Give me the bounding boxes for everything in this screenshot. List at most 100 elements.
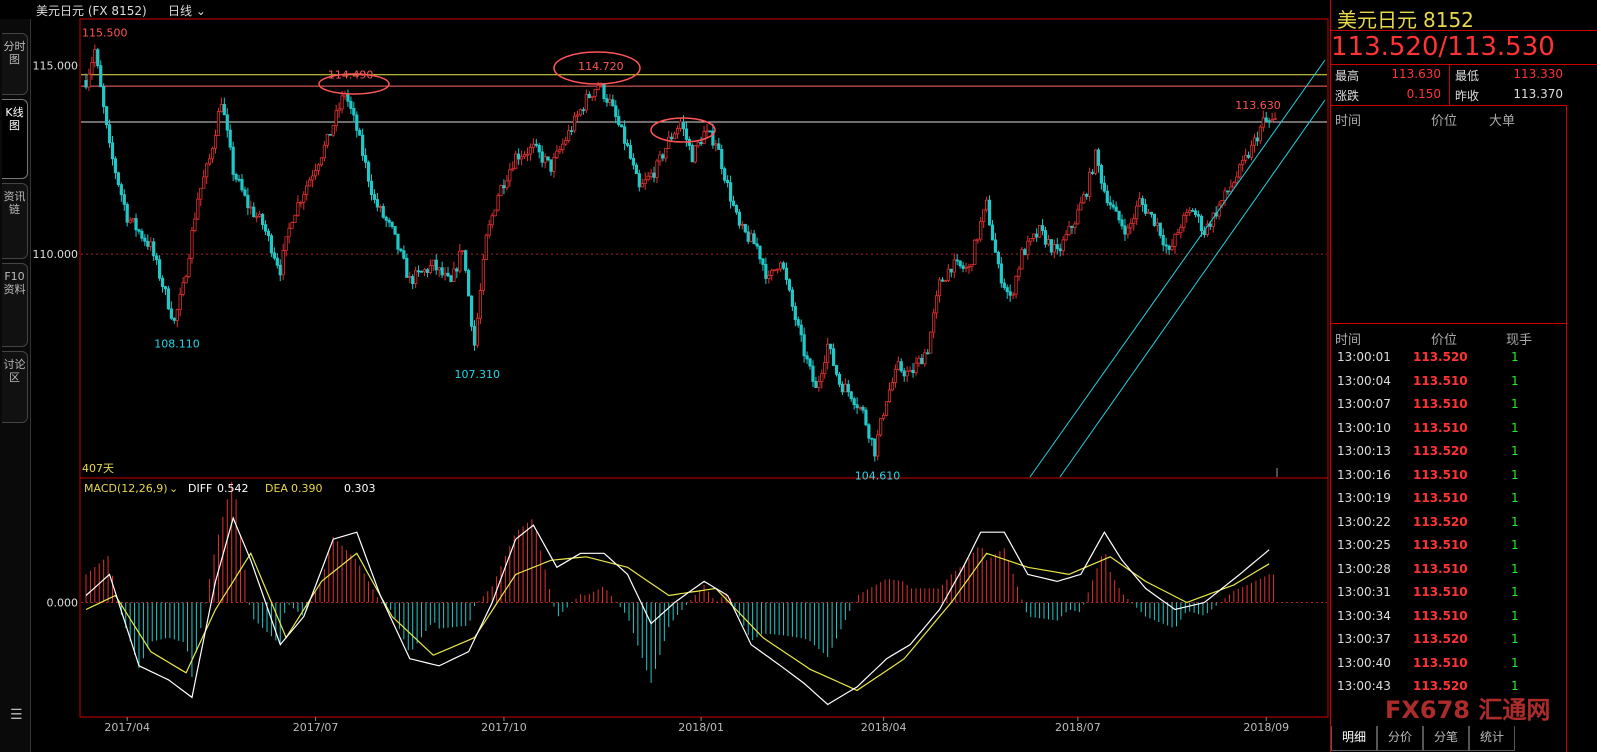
candle-body xyxy=(449,275,453,282)
candle-body xyxy=(926,352,930,355)
candle-body xyxy=(882,414,886,419)
candle-body xyxy=(331,125,335,136)
candle-body xyxy=(778,262,783,270)
candle-body xyxy=(905,370,909,377)
tab-detail[interactable]: 明细 xyxy=(1331,726,1377,751)
candle-body xyxy=(655,160,659,178)
candle-body xyxy=(1082,194,1086,204)
candle-body xyxy=(840,383,845,393)
candle-body xyxy=(796,319,800,326)
candle-body xyxy=(726,179,730,184)
candle-body xyxy=(234,174,238,180)
price-annotation: 114.720 xyxy=(578,60,624,73)
candle-body xyxy=(464,250,468,271)
candle-body xyxy=(1105,190,1109,204)
candle-body xyxy=(637,173,641,188)
kline-chart[interactable]: 115.500114.490114.720108.110107.310104.6… xyxy=(0,0,1330,752)
tick-time: 13:00:10 xyxy=(1337,420,1391,435)
candle-body xyxy=(1182,214,1186,228)
candle-body xyxy=(720,149,724,170)
candle-body xyxy=(299,201,303,204)
candle-body xyxy=(567,130,571,141)
candle-body xyxy=(631,157,636,166)
candle-body xyxy=(525,153,530,156)
candle-body xyxy=(1191,210,1195,212)
candle-body xyxy=(581,109,586,112)
watermark-logo: FX678 汇通网 xyxy=(1385,690,1550,725)
candle-body xyxy=(811,365,815,382)
candle-body xyxy=(284,236,288,251)
candle-body xyxy=(193,218,197,231)
candle-body xyxy=(746,231,750,242)
candle-body xyxy=(528,146,533,155)
window-days-label: 407天 xyxy=(82,462,114,475)
candle-body xyxy=(640,183,644,188)
tab-trades[interactable]: 分笔 xyxy=(1423,726,1469,751)
x-tick-label: 2018/01 xyxy=(678,721,724,734)
candle-body xyxy=(1123,225,1127,235)
candle-body xyxy=(1164,244,1168,247)
candle-body xyxy=(319,157,324,166)
candle-body xyxy=(490,215,494,226)
candle-body xyxy=(829,343,833,350)
candle-body xyxy=(272,252,276,259)
candle-body xyxy=(160,277,165,288)
candle-body xyxy=(1143,204,1148,214)
candle-body xyxy=(1020,249,1024,270)
candle-body xyxy=(434,259,438,271)
tick-price: 113.510 xyxy=(1413,561,1468,576)
price-annotation: 115.500 xyxy=(82,26,128,39)
candle-body xyxy=(955,259,959,262)
candle-body xyxy=(911,369,915,374)
candle-body xyxy=(837,373,842,385)
candle-body xyxy=(225,114,229,131)
candle-body xyxy=(508,169,512,182)
candle-body xyxy=(102,86,106,108)
candle-body xyxy=(814,381,818,388)
candle-body xyxy=(1120,219,1124,227)
candle-body xyxy=(90,62,94,75)
high-label: 最高 xyxy=(1335,69,1360,83)
candle-body xyxy=(1267,120,1271,123)
candle-body xyxy=(755,243,759,247)
candle-body xyxy=(378,206,382,208)
candle-body xyxy=(572,115,577,132)
candle-body xyxy=(846,383,850,393)
candle-body xyxy=(731,200,736,206)
candle-body xyxy=(937,279,942,297)
tab-stats[interactable]: 统计 xyxy=(1469,726,1515,751)
candle-body xyxy=(805,355,809,360)
candle-body xyxy=(873,438,877,457)
candle-body xyxy=(940,279,945,282)
candle-body xyxy=(366,161,371,182)
candle-body xyxy=(514,153,518,170)
tab-price-dist-label: 分价 xyxy=(1387,730,1412,744)
candle-body xyxy=(1193,210,1198,215)
candle-body xyxy=(496,195,500,211)
candle-body xyxy=(478,290,482,319)
candle-body xyxy=(670,136,674,140)
candle-body xyxy=(505,180,509,189)
candle-body xyxy=(452,268,456,282)
tick-qty: 1 xyxy=(1511,561,1519,576)
low-value: 113.330 xyxy=(1513,67,1563,81)
macd-indicator-label[interactable]: MACD(12,26,9) xyxy=(84,482,168,495)
candle-body xyxy=(920,357,924,365)
y-tick-label: 115.000 xyxy=(33,59,79,72)
candle-body xyxy=(664,147,668,159)
candle-body xyxy=(967,265,971,268)
macd-chevron-icon[interactable]: ⌄ xyxy=(169,482,178,495)
tab-price-dist[interactable]: 分价 xyxy=(1377,726,1423,751)
candle-body xyxy=(293,214,297,223)
candle-body xyxy=(219,104,223,112)
tick-price: 113.510 xyxy=(1413,397,1468,411)
candle-body xyxy=(820,373,824,382)
candle-body xyxy=(1185,211,1189,216)
tick-price: 113.510 xyxy=(1413,538,1468,552)
candle-body xyxy=(708,130,712,133)
x-tick-label: 2018/04 xyxy=(861,721,907,734)
candle-body xyxy=(614,105,618,117)
tick-time: 13:00:28 xyxy=(1337,561,1391,576)
candle-body xyxy=(1135,205,1139,220)
candle-body xyxy=(546,156,550,161)
